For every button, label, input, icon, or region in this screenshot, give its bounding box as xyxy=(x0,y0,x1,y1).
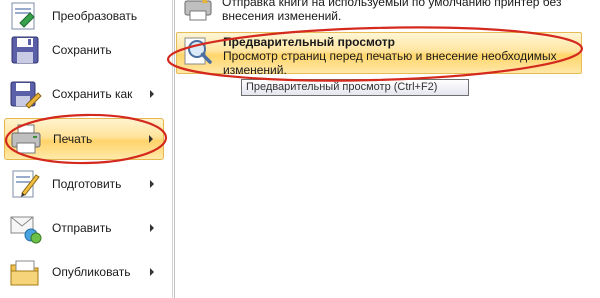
chevron-right-icon xyxy=(150,90,154,98)
convert-icon xyxy=(8,0,42,33)
menu-item-print[interactable]: Печать xyxy=(4,118,164,160)
save-as-icon xyxy=(8,77,42,111)
print-preview-tooltip: Предварительный просмотр (Ctrl+F2) xyxy=(241,79,469,96)
quick-print-icon xyxy=(182,0,214,25)
menu-item-send[interactable]: Отправить xyxy=(4,208,164,248)
menu-item-label: Отправить xyxy=(52,221,112,235)
submenu-item-description: Просмотр страниц перед печатью и внесени… xyxy=(223,49,557,77)
submenu-item-quick-print[interactable]: Отправка книги на используемый по умолча… xyxy=(176,0,582,23)
menu-item-save-as[interactable]: Сохранить как xyxy=(4,74,164,114)
publish-icon xyxy=(8,255,42,289)
chevron-right-icon xyxy=(149,135,153,143)
office-menu-commands: Преобразовать Сохранить Сохранить как Пе… xyxy=(0,0,168,298)
menu-item-label: Подготовить xyxy=(52,177,122,191)
chevron-right-icon xyxy=(150,180,154,188)
menu-item-prepare[interactable]: Подготовить xyxy=(4,164,164,204)
menu-item-publish[interactable]: Опубликовать xyxy=(4,252,164,292)
menu-item-label: Преобразовать xyxy=(52,9,138,23)
submenu-item-title: Предварительный просмотр xyxy=(223,35,395,49)
send-icon xyxy=(8,211,42,245)
menu-item-label: Печать xyxy=(53,132,93,146)
chevron-right-icon xyxy=(150,224,154,232)
magnifier-icon xyxy=(183,35,215,67)
save-icon xyxy=(8,33,42,67)
submenu-item-description: Отправка книги на используемый по умолча… xyxy=(222,0,562,23)
chevron-right-icon xyxy=(150,268,154,276)
pane-divider xyxy=(174,0,175,298)
menu-item-label: Сохранить xyxy=(52,43,112,57)
prepare-icon xyxy=(8,167,42,201)
submenu-item-print-preview[interactable]: Предварительный просмотр Просмотр страни… xyxy=(176,32,582,77)
pane-divider xyxy=(172,0,173,298)
print-icon xyxy=(9,122,43,156)
menu-item-label: Опубликовать xyxy=(52,265,131,279)
menu-item-label: Сохранить как xyxy=(52,87,133,101)
menu-item-save[interactable]: Сохранить xyxy=(4,30,164,70)
